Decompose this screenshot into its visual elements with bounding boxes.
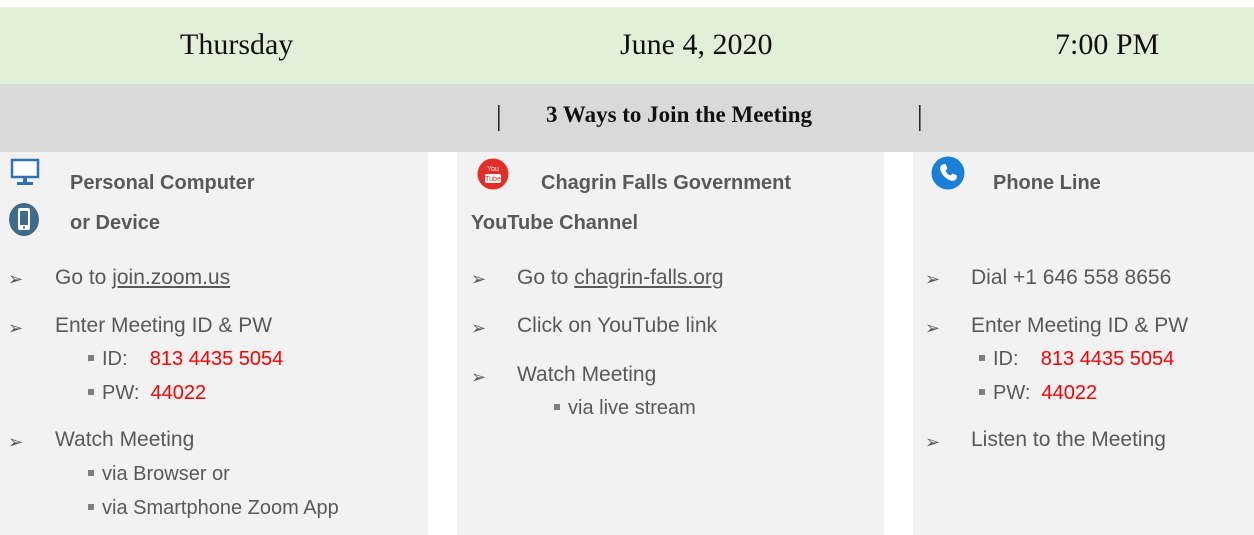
pw-label: PW: [102, 382, 140, 404]
square-bullet-icon [554, 403, 560, 410]
id-label: ID: [102, 348, 128, 370]
bullet-arrow-icon: ➢ [471, 318, 487, 338]
phone-heading: Phone Line [993, 172, 1101, 194]
computer-via-app: via Smartphone Zoom App [88, 497, 339, 520]
square-bullet-icon [88, 388, 94, 395]
phone-column: Phone Line ➢ Dial +1 646 558 8656 ➢ Ente… [913, 152, 1254, 535]
meeting-pw-value: 44022 [1041, 382, 1098, 404]
phone-enter-credentials: Enter Meeting ID & PW [971, 314, 1189, 337]
computer-via-browser: via Browser or [88, 463, 230, 486]
phone-dial: Dial +1 646 558 8656 [971, 266, 1172, 289]
title-separator-left: | [496, 101, 502, 132]
youtube-heading-line2: YouTube Channel [471, 212, 639, 234]
bullet-arrow-icon: ➢ [471, 269, 487, 289]
meeting-date: June 4, 2020 [620, 28, 773, 61]
square-bullet-icon [979, 388, 985, 395]
youtube-watch: Watch Meeting [517, 363, 657, 386]
go-to-label: Go to [55, 266, 113, 289]
computer-heading-line1: Personal Computer [70, 172, 255, 194]
bullet-arrow-icon: ➢ [8, 432, 24, 452]
bullet-arrow-icon: ➢ [8, 318, 24, 338]
go-to-label: Go to [517, 266, 575, 289]
bullet-arrow-icon: ➢ [8, 269, 24, 289]
meeting-header: Thursday June 4, 2020 7:00 PM [0, 7, 1254, 84]
youtube-icon: You Tube [477, 158, 509, 190]
meeting-pw-value: 44022 [150, 382, 207, 404]
title-separator-right: | [917, 101, 923, 132]
monitor-icon [10, 158, 40, 185]
smartphone-icon [9, 203, 39, 236]
computer-watch: Watch Meeting [55, 428, 195, 451]
youtube-column: You Tube Chagrin Falls Government YouTub… [457, 152, 884, 535]
computer-enter-credentials: Enter Meeting ID & PW [55, 314, 273, 337]
title-bar: | 3 Ways to Join the Meeting | [0, 84, 1254, 152]
square-bullet-icon [88, 503, 94, 510]
phone-icon [931, 156, 965, 190]
zoom-go-to: Go to join.zoom.us [55, 266, 230, 290]
chagrin-falls-link[interactable]: chagrin-falls.org [574, 266, 723, 289]
phone-listen: Listen to the Meeting [971, 428, 1166, 451]
bullet-arrow-icon: ➢ [925, 269, 941, 289]
bullet-arrow-icon: ➢ [471, 367, 487, 387]
youtube-click-link: Click on YouTube link [517, 314, 718, 337]
meeting-time: 7:00 PM [1055, 28, 1160, 61]
svg-text:Tube: Tube [485, 176, 501, 183]
id-label: ID: [993, 348, 1019, 370]
computer-meeting-id: ID: 813 4435 5054 [88, 348, 283, 371]
square-bullet-icon [979, 354, 985, 361]
meeting-id-value: 813 4435 5054 [149, 348, 284, 370]
meeting-id-value: 813 4435 5054 [1040, 348, 1175, 370]
youtube-heading-line1: Chagrin Falls Government [541, 172, 792, 194]
bullet-arrow-icon: ➢ [925, 432, 941, 452]
youtube-go-to: Go to chagrin-falls.org [517, 266, 724, 290]
meeting-day: Thursday [180, 28, 294, 61]
zoom-link[interactable]: join.zoom.us [112, 266, 230, 289]
youtube-via-stream: via live stream [554, 397, 696, 420]
svg-text:You: You [487, 166, 499, 173]
phone-meeting-pw: PW: 44022 [979, 382, 1097, 405]
computer-column: Personal Computer or Device ➢ Go to join… [0, 152, 428, 535]
square-bullet-icon [88, 354, 94, 361]
square-bullet-icon [88, 469, 94, 476]
phone-meeting-id: ID: 813 4435 5054 [979, 348, 1174, 371]
pw-label: PW: [993, 382, 1031, 404]
bullet-arrow-icon: ➢ [925, 318, 941, 338]
page-title: 3 Ways to Join the Meeting [546, 102, 812, 127]
computer-heading-line2: or Device [70, 212, 161, 234]
computer-meeting-pw: PW: 44022 [88, 382, 206, 405]
